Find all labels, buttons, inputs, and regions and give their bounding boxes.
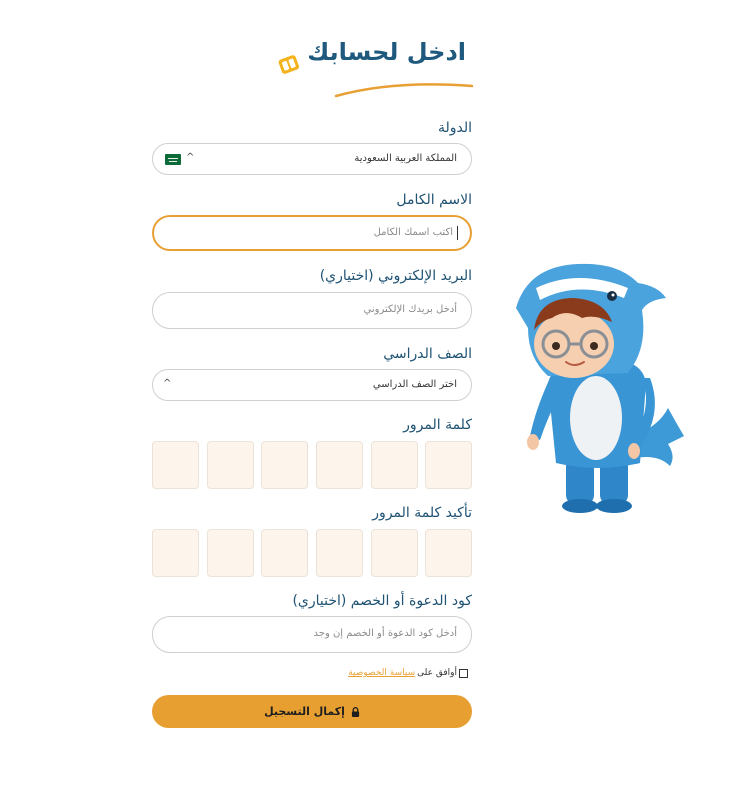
password-digit-6[interactable]	[152, 441, 199, 489]
confirm-digit-5[interactable]	[207, 529, 254, 577]
full-name-input[interactable]: اكتب اسمك الكامل	[152, 215, 472, 251]
email-placeholder: أدخل بريدك الإلكتروني	[363, 304, 457, 315]
invite-code-label: كود الدعوة أو الخصم (اختياري)	[292, 593, 472, 609]
confirm-digit-6[interactable]	[152, 529, 199, 577]
password-digit-2[interactable]	[371, 441, 418, 489]
grade-value: اختر الصف الدراسي	[372, 379, 457, 390]
password-digit-3[interactable]	[316, 441, 363, 489]
saudi-flag-icon	[165, 154, 181, 165]
header: ادخل لحسابك	[270, 38, 480, 108]
full-name-placeholder: اكتب اسمك الكامل	[373, 227, 453, 238]
confirm-digit-4[interactable]	[261, 529, 308, 577]
confirm-password-label: تأكيد كلمة المرور	[372, 505, 472, 521]
password-label: كلمة المرور	[403, 417, 472, 433]
country-select[interactable]: المملكة العربية السعودية ^	[152, 143, 472, 175]
invite-code-placeholder: أدخل كود الدعوة أو الخصم إن وجد	[313, 628, 457, 639]
title-underline	[334, 83, 474, 98]
confirm-digit-2[interactable]	[371, 529, 418, 577]
text-caret	[457, 226, 458, 240]
email-input[interactable]: أدخل بريدك الإلكتروني	[152, 292, 472, 329]
password-pin	[152, 441, 472, 489]
agree-checkbox[interactable]	[459, 668, 468, 678]
page-title: ادخل لحسابك	[307, 38, 466, 66]
password-digit-5[interactable]	[207, 441, 254, 489]
submit-label: إكمال التسجيل	[264, 705, 345, 718]
book-icon	[278, 55, 300, 74]
grade-label: الصف الدراسي	[383, 346, 472, 362]
password-digit-4[interactable]	[261, 441, 308, 489]
privacy-policy-link[interactable]: سياسة الخصوصية	[348, 668, 415, 678]
full-name-label: الاسم الكامل	[396, 192, 472, 208]
country-label: الدولة	[437, 120, 472, 136]
complete-registration-button[interactable]: إكمال التسجيل	[152, 695, 472, 728]
shark-costume-mascot-illustration	[516, 263, 684, 513]
confirm-digit-3[interactable]	[316, 529, 363, 577]
email-label: البريد الإلكتروني (اختياري)	[319, 268, 472, 284]
confirm-password-pin	[152, 529, 472, 577]
agree-text: أوافق على	[417, 668, 457, 678]
confirm-digit-1[interactable]	[425, 529, 472, 577]
chevron-up-icon: ^	[163, 378, 172, 389]
chevron-up-icon: ^	[186, 152, 195, 163]
password-digit-1[interactable]	[425, 441, 472, 489]
country-value: المملكة العربية السعودية	[354, 153, 457, 164]
invite-code-input[interactable]: أدخل كود الدعوة أو الخصم إن وجد	[152, 616, 472, 653]
lock-icon	[351, 706, 360, 717]
grade-select[interactable]: اختر الصف الدراسي ^	[152, 369, 472, 401]
privacy-agreement: أوافق على سياسة الخصوصية	[348, 668, 468, 678]
